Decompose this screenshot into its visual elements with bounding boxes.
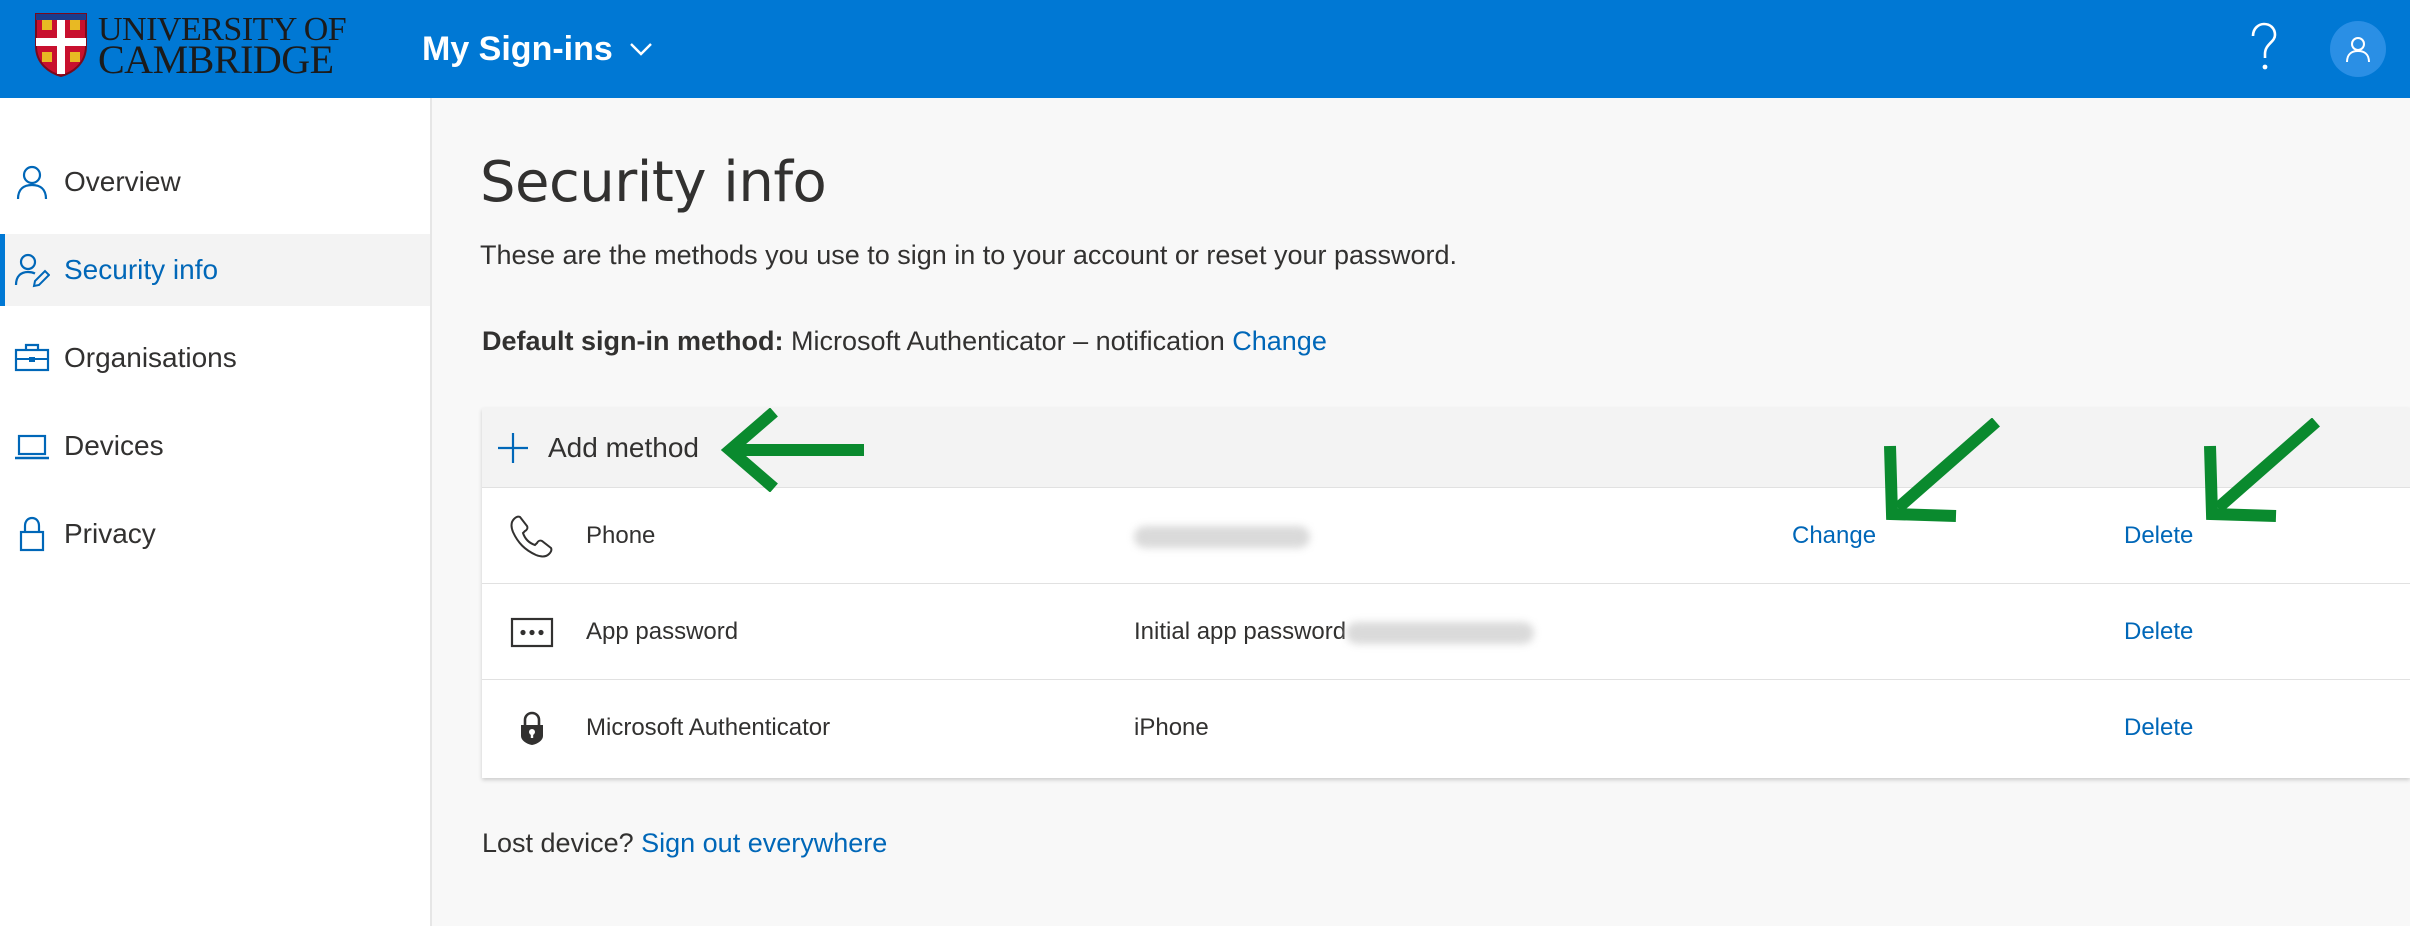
lost-device-text: Lost device? [482, 828, 634, 858]
logo-wordmark: UNIVERSITY OF CAMBRIDGE [98, 13, 358, 82]
method-detail: Initial app password [1134, 618, 1535, 646]
default-method-value: Microsoft Authenticator – notification [791, 326, 1225, 356]
method-row-authenticator: Microsoft Authenticator iPhone Delete [482, 680, 2410, 776]
app-title: My Sign-ins [422, 29, 613, 68]
logo-line-2: CAMBRIDGE [98, 37, 334, 82]
sidebar-item-security-info[interactable]: Security info [0, 234, 430, 306]
chevron-down-icon [629, 43, 652, 56]
add-method-label: Add method [548, 432, 699, 463]
briefcase-icon [14, 343, 50, 372]
change-default-method-link[interactable]: Change [1232, 326, 1327, 356]
redacted-app-password [1346, 621, 1535, 644]
sidebar-item-devices[interactable]: Devices [0, 410, 430, 482]
main-content: Security info These are the methods you … [434, 98, 2410, 926]
question-mark-icon[interactable] [2248, 22, 2280, 74]
sidebar-item-label: Privacy [64, 518, 156, 549]
default-method-label: Default sign-in method: [482, 326, 784, 356]
delete-authenticator-link[interactable]: Delete [2124, 714, 2193, 742]
app-password-icon [510, 617, 554, 648]
method-row-app-password: App password Initial app password Delete [482, 584, 2410, 680]
method-name: Phone [586, 522, 656, 549]
sidebar-item-label: Overview [64, 166, 181, 197]
default-sign-in-method: Default sign-in method: Microsoft Authen… [482, 326, 1327, 357]
sidebar-item-organisations[interactable]: Organisations [0, 322, 430, 394]
authenticator-lock-icon [521, 711, 543, 745]
delete-phone-link[interactable]: Delete [2124, 522, 2193, 550]
change-phone-link[interactable]: Change [1792, 522, 1876, 550]
sidebar-item-privacy[interactable]: Privacy [0, 498, 430, 570]
redacted-phone-number [1134, 525, 1310, 548]
sidebar-item-label: Devices [64, 430, 164, 461]
sidebar-item-label: Organisations [64, 342, 237, 373]
person-icon [16, 165, 48, 200]
laptop-icon [15, 434, 49, 460]
methods-list: Add method Phone Change Delete App passw… [482, 408, 2410, 778]
university-logo[interactable]: UNIVERSITY OF CAMBRIDGE [34, 12, 350, 82]
method-detail-text: Initial app password [1134, 618, 1347, 645]
top-header: UNIVERSITY OF CAMBRIDGE My Sign-ins [0, 0, 2410, 98]
page-description: These are the methods you use to sign in… [480, 240, 1458, 270]
person-icon [2346, 37, 2370, 63]
phone-icon [510, 515, 553, 558]
sidebar-item-label: Security info [64, 254, 219, 285]
method-name: App password [586, 618, 739, 645]
method-name: Microsoft Authenticator [586, 714, 831, 741]
cambridge-shield-icon [35, 13, 87, 78]
plus-icon [498, 433, 528, 463]
app-switcher[interactable]: My Sign-ins [422, 26, 653, 72]
add-method-button[interactable]: Add method [496, 424, 699, 472]
sidebar-item-overview[interactable]: Overview [0, 146, 430, 218]
method-detail: iPhone [1134, 714, 1209, 741]
delete-app-password-link[interactable]: Delete [2124, 618, 2193, 646]
add-method-row: Add method [482, 408, 2410, 488]
method-detail [1134, 522, 1310, 550]
page-title: Security info [480, 150, 827, 215]
avatar[interactable] [2330, 21, 2386, 77]
lost-device-section: Lost device? Sign out everywhere [482, 828, 887, 859]
method-row-phone: Phone Change Delete [482, 488, 2410, 584]
sign-out-everywhere-link[interactable]: Sign out everywhere [641, 828, 887, 858]
sidebar-nav: Overview Security info Organisations Dev… [0, 98, 432, 926]
lock-icon [19, 516, 45, 552]
person-edit-icon [14, 253, 50, 288]
